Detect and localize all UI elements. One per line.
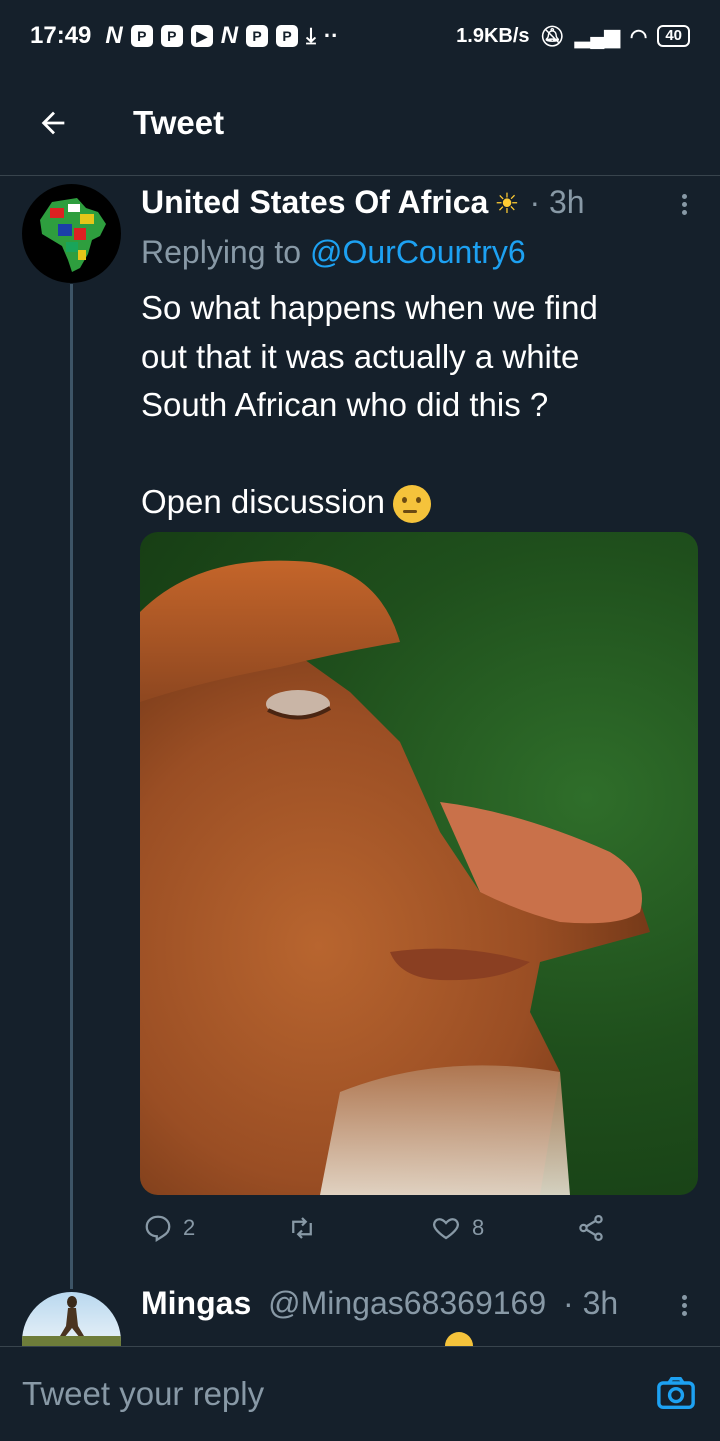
reply-icon <box>145 1215 171 1243</box>
replying-to-handle-link[interactable]: @OurCountry6 <box>310 234 526 270</box>
like-button[interactable]: 8 <box>430 1213 484 1243</box>
emoji-icon <box>445 1332 473 1346</box>
tweet-author-line: Mingas @Mingas68369169 · 3h <box>141 1285 618 1322</box>
sun-emoji-icon: ☀ <box>494 188 520 219</box>
retweet-button[interactable] <box>285 1213 319 1243</box>
notification-icon: P <box>160 25 183 47</box>
more-notifications-icon: ·· <box>323 23 339 48</box>
tweet-time: · 3h <box>563 1285 619 1321</box>
share-icon <box>579 1215 603 1241</box>
thinking-face-emoji-icon <box>392 485 431 524</box>
signal-icon: ▂▄▆ <box>574 25 620 48</box>
tweet-text-line: South African who did this ? <box>141 386 549 423</box>
camera-icon[interactable] <box>656 1375 696 1411</box>
reply-button[interactable]: 2 <box>143 1213 195 1243</box>
tweet-text-line: out that it was actually a white <box>141 337 580 375</box>
top-app-bar: Tweet <box>0 72 720 176</box>
author-name[interactable]: United States Of Africa <box>141 184 488 221</box>
author-handle: @Mingas68369169 <box>268 1285 547 1321</box>
tweet-text-line-wrap: Open discussion <box>141 478 701 527</box>
share-button[interactable] <box>576 1213 606 1243</box>
avatar[interactable] <box>22 1292 121 1346</box>
download-icon: ⤓ <box>306 23 316 48</box>
network-speed: 1.9KB/s <box>456 24 530 47</box>
back-arrow-icon[interactable] <box>36 106 70 140</box>
thread-connector-line <box>70 284 73 1289</box>
status-time: 17:49 <box>30 22 92 49</box>
reply-input[interactable] <box>0 1347 640 1441</box>
tweet-text: So what happens when we find out that it… <box>141 284 701 527</box>
status-left: 17:49 N P P ▶ N P P ⤓ ·· <box>30 22 338 50</box>
battery-icon: 40 <box>657 25 690 47</box>
notification-icon: ▶ <box>190 25 213 47</box>
tweet-text-line: So what happens when we find <box>141 289 598 326</box>
avatar[interactable] <box>22 184 121 283</box>
replying-to: Replying to @OurCountry6 <box>141 234 526 271</box>
notification-icon: P <box>276 25 299 47</box>
more-options-icon[interactable] <box>674 191 694 221</box>
notification-icon: N <box>105 22 123 49</box>
tweet-action-bar: 2 8 <box>141 1213 701 1253</box>
tweet-time: · 3h <box>529 184 585 220</box>
status-right: 1.9KB/s 🔕︎ ▂▄▆ ◠ 40 <box>456 24 690 49</box>
tweet-text-clipped <box>141 1332 701 1346</box>
mute-icon: 🔕︎ <box>539 25 565 48</box>
notification-icon: P <box>246 25 269 47</box>
status-bar: 17:49 N P P ▶ N P P ⤓ ·· 1.9KB/s 🔕︎ ▂▄▆ … <box>0 0 720 72</box>
like-count: 8 <box>472 1215 485 1240</box>
page-title: Tweet <box>133 104 225 141</box>
retweet-icon <box>292 1217 312 1239</box>
reply-count: 2 <box>183 1215 196 1240</box>
tweet-media-image[interactable] <box>140 532 698 1195</box>
wifi-icon: ◠ <box>629 25 648 48</box>
heart-icon <box>433 1218 459 1240</box>
notification-icon: N <box>220 22 239 49</box>
notification-icon: P <box>130 25 153 47</box>
author-name[interactable]: Mingas <box>141 1285 251 1321</box>
more-options-icon[interactable] <box>674 1292 694 1322</box>
replying-to-label: Replying to <box>141 234 310 270</box>
reply-composer <box>0 1346 720 1441</box>
tweet-text-line: Open discussion <box>141 483 385 520</box>
tweet-author-line: United States Of Africa ☀ · 3h <box>141 184 585 221</box>
